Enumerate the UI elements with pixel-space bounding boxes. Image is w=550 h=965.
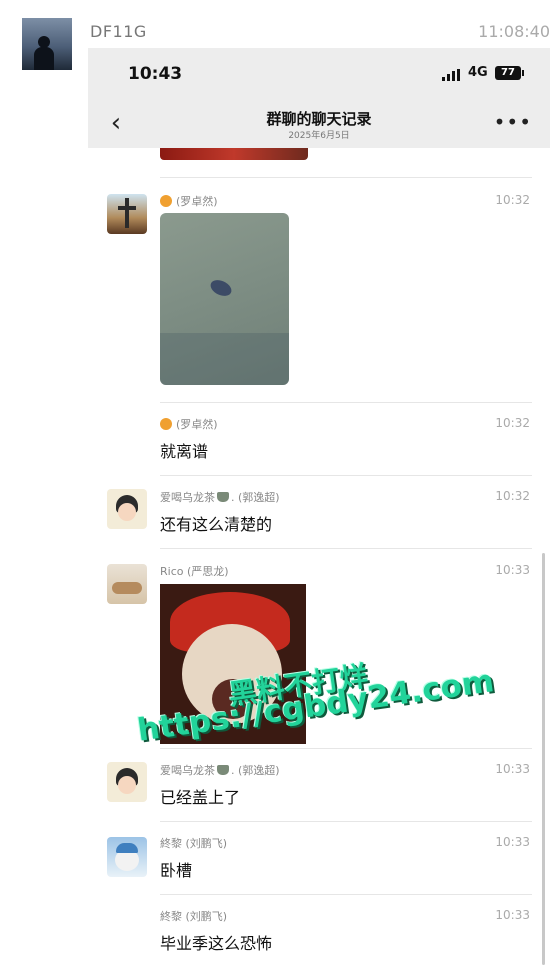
chat-message: Rico (严思龙) 10:33 <box>88 556 550 604</box>
poster-avatar[interactable] <box>22 18 72 70</box>
sender-name: 爱喝乌龙茶. (郭逸超) <box>160 491 280 504</box>
message-time: 10:33 <box>495 908 530 922</box>
message-time: 10:33 <box>495 563 530 577</box>
cartoon-girl-icon[interactable] <box>107 762 147 802</box>
cross-photo-icon[interactable] <box>107 194 147 234</box>
message-text[interactable]: 就离谱 <box>160 438 208 462</box>
status-clock: 10:43 <box>128 64 183 84</box>
message-time: 10:32 <box>495 193 530 207</box>
sender-name: (罗卓然) <box>160 416 218 432</box>
message-text[interactable]: 卧槽 <box>160 857 192 881</box>
divider <box>160 177 532 178</box>
message-text[interactable]: 毕业季这么恐怖 <box>160 930 272 954</box>
divider <box>160 402 532 403</box>
message-time: 10:32 <box>495 489 530 503</box>
message-text[interactable]: 还有这么清楚的 <box>160 511 272 535</box>
sender-name: 終黎 (刘鹏飞) <box>160 910 228 923</box>
divider <box>160 475 532 476</box>
fish-shape <box>208 277 234 299</box>
face-emoji-icon <box>160 195 172 207</box>
message-time: 10:33 <box>495 835 530 849</box>
chat-message: 爱喝乌龙茶. (郭逸超) 10:32 还有这么清楚的 <box>88 483 550 547</box>
divider <box>160 821 532 822</box>
sender-name: (罗卓然) <box>160 193 218 209</box>
cat-photo-icon[interactable] <box>107 837 147 877</box>
chat-history-screenshot[interactable]: 10:43 4G 77 ‹ 群聊的聊天记录 2025年6月5日 ••• (罗卓然… <box>88 48 550 965</box>
scrollbar[interactable] <box>542 553 545 965</box>
nav-title: 群聊的聊天记录 <box>266 110 372 128</box>
nav-bar: ‹ 群聊的聊天记录 2025年6月5日 ••• <box>88 102 550 148</box>
chat-message: (罗卓然) 10:32 <box>88 188 550 388</box>
sender-name: Rico (严思龙) <box>160 565 229 578</box>
post-timestamp: 11:08:40 <box>478 22 550 41</box>
chat-message: (罗卓然) 10:32 就离谱 <box>88 410 550 470</box>
sender-name: 爱喝乌龙茶. (郭逸超) <box>160 764 280 777</box>
teacup-emoji-icon <box>217 492 229 502</box>
message-time: 10:33 <box>495 762 530 776</box>
network-type: 4G <box>468 65 488 80</box>
teacup-emoji-icon <box>217 765 229 775</box>
shared-photo[interactable] <box>160 213 289 385</box>
chat-message: 終黎 (刘鹏飞) 10:33 卧槽 <box>88 829 550 893</box>
status-bar: 10:43 4G 77 <box>88 48 550 102</box>
divider <box>160 548 532 549</box>
message-text[interactable]: 已经盖上了 <box>160 784 240 808</box>
sender-name: 終黎 (刘鹏飞) <box>160 837 228 850</box>
face-emoji-icon <box>160 418 172 430</box>
chat-message: 終黎 (刘鹏飞) 10:33 毕业季这么恐怖 <box>88 902 550 962</box>
bed-photo-icon[interactable] <box>107 564 147 604</box>
poster-name[interactable]: DF11G <box>90 22 147 41</box>
divider <box>160 748 532 749</box>
divider <box>160 894 532 895</box>
battery-icon: 77 <box>495 66 524 80</box>
message-time: 10:32 <box>495 416 530 430</box>
cartoon-girl-icon[interactable] <box>107 489 147 529</box>
previous-image-fragment[interactable] <box>160 148 308 160</box>
silhouette-body <box>34 47 54 70</box>
nav-subtitle: 2025年6月5日 <box>288 131 350 141</box>
signal-icon <box>442 69 462 81</box>
photo-shadow <box>160 333 289 385</box>
more-icon[interactable]: ••• <box>494 110 532 134</box>
chat-message: 爱喝乌龙茶. (郭逸超) 10:33 已经盖上了 <box>88 756 550 820</box>
